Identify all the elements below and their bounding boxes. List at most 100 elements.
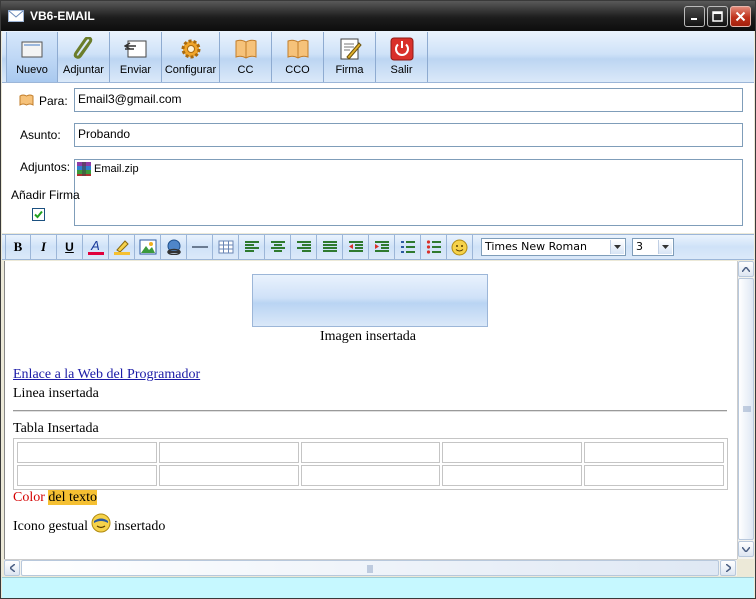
outdent-button[interactable] <box>343 235 369 259</box>
insert-link-button[interactable] <box>161 235 187 259</box>
message-editor[interactable]: Imagen insertada Enlace a la Web del Pro… <box>4 261 737 559</box>
checkmark-icon <box>34 210 43 219</box>
attachment-filename: Email.zip <box>94 163 139 175</box>
bcc-button[interactable]: CCO <box>272 32 324 82</box>
new-label: Nuevo <box>16 64 48 76</box>
horizontal-scroll-thumb[interactable] <box>21 560 719 576</box>
align-center-button[interactable] <box>265 235 291 259</box>
insert-line-button[interactable] <box>187 235 213 259</box>
table-cell[interactable] <box>442 442 583 463</box>
insert-emoticon-button[interactable] <box>447 235 473 259</box>
insert-table-button[interactable] <box>213 235 239 259</box>
link-icon <box>166 239 181 255</box>
cc-button[interactable]: CC <box>220 32 272 82</box>
table-cell[interactable] <box>300 442 441 463</box>
justify-icon <box>322 241 337 252</box>
horizontal-rule <box>13 410 727 412</box>
indent-button[interactable] <box>369 235 395 259</box>
attach-label: Adjuntar <box>63 64 104 76</box>
align-center-icon <box>270 241 285 252</box>
attachment-item[interactable]: Email.zip <box>76 161 139 177</box>
outdent-icon <box>348 241 363 252</box>
to-input[interactable]: Email3@gmail.com <box>74 88 743 112</box>
send-label: Enviar <box>119 64 152 76</box>
chevron-up-icon <box>742 266 750 272</box>
indent-icon <box>374 241 389 252</box>
font-select[interactable]: Times New Roman <box>481 238 626 256</box>
highlight-color-button[interactable] <box>109 235 135 259</box>
chevron-down-icon <box>658 240 672 254</box>
vertical-scrollbar[interactable] <box>737 261 754 559</box>
table-icon <box>218 240 233 254</box>
grip-icon <box>743 406 751 412</box>
table-cell[interactable] <box>158 465 299 486</box>
power-icon <box>389 36 415 62</box>
smiley-icon <box>451 239 468 255</box>
bullet-list-button[interactable] <box>421 235 447 259</box>
table-cell[interactable] <box>17 442 157 463</box>
attach-button[interactable]: Adjuntar <box>58 32 110 82</box>
align-left-button[interactable] <box>239 235 265 259</box>
signature-button[interactable]: Firma <box>324 32 376 82</box>
scroll-right-button[interactable] <box>720 560 736 576</box>
scroll-down-button[interactable] <box>738 541 754 557</box>
table-cell[interactable] <box>584 465 724 486</box>
horizontal-scrollbar[interactable] <box>4 559 737 576</box>
maximize-button[interactable] <box>707 6 728 27</box>
table-cell[interactable] <box>300 465 441 486</box>
image-caption: Imagen insertada <box>320 329 417 344</box>
minimize-button[interactable] <box>684 6 705 27</box>
main-toolbar: Nuevo Adjuntar Enviar Configurar CC CCO … <box>2 31 754 83</box>
vertical-scroll-thumb[interactable] <box>738 278 754 540</box>
justify-button[interactable] <box>317 235 343 259</box>
programmer-web-link[interactable]: Enlace a la Web del Programador <box>13 367 200 383</box>
table-row <box>17 465 724 486</box>
subject-input[interactable]: Probando <box>74 123 743 147</box>
exit-label: Salir <box>390 64 413 76</box>
underline-button[interactable]: U <box>57 235 83 259</box>
inserted-image <box>252 274 488 327</box>
numbered-list-button[interactable] <box>395 235 421 259</box>
cc-label: CC <box>237 64 254 76</box>
add-signature-checkbox[interactable] <box>32 208 45 221</box>
zip-archive-icon <box>77 162 91 176</box>
table-cell[interactable] <box>442 465 583 486</box>
configure-label: Configurar <box>164 64 217 76</box>
scroll-left-button[interactable] <box>4 560 20 576</box>
table-cell[interactable] <box>584 442 724 463</box>
insert-image-button[interactable] <box>135 235 161 259</box>
picture-icon <box>139 239 156 255</box>
configure-button[interactable]: Configurar <box>162 32 220 82</box>
chevron-right-icon <box>725 564 731 572</box>
smiley-icon <box>91 513 111 533</box>
table-cell[interactable] <box>17 465 157 486</box>
bold-icon: B <box>13 239 23 254</box>
italic-button[interactable]: I <box>31 235 57 259</box>
close-button[interactable] <box>730 6 751 27</box>
bold-button[interactable]: B <box>5 235 31 259</box>
emoticon-after-text: insertado <box>114 519 166 534</box>
window-title: VB6-EMAIL <box>30 9 95 23</box>
bcc-label: CCO <box>285 64 310 76</box>
attachments-box[interactable]: Email.zip <box>74 159 743 226</box>
table-row <box>17 442 724 463</box>
window-controls <box>684 6 751 27</box>
font-size-select[interactable]: 3 <box>632 238 674 256</box>
message-header-form: Para: Email3@gmail.com Asunto: Probando … <box>2 83 754 233</box>
new-icon <box>19 36 45 62</box>
font-size-value: 3 <box>636 240 643 253</box>
scroll-up-button[interactable] <box>738 261 754 277</box>
inserted-line-text: Linea insertada <box>13 386 99 401</box>
address-book-icon[interactable] <box>19 94 34 106</box>
font-color-button[interactable]: A <box>83 235 109 259</box>
table-cell[interactable] <box>158 442 299 463</box>
send-button[interactable]: Enviar <box>110 32 162 82</box>
envelope-icon <box>8 10 24 22</box>
exit-button[interactable]: Salir <box>376 32 428 82</box>
font-select-value: Times New Roman <box>485 240 587 253</box>
title-bar: VB6-EMAIL <box>1 1 755 31</box>
bullet-list-icon <box>426 240 441 254</box>
align-right-button[interactable] <box>291 235 317 259</box>
new-button[interactable]: Nuevo <box>6 32 58 82</box>
attachments-label: Adjuntos: <box>20 160 71 174</box>
